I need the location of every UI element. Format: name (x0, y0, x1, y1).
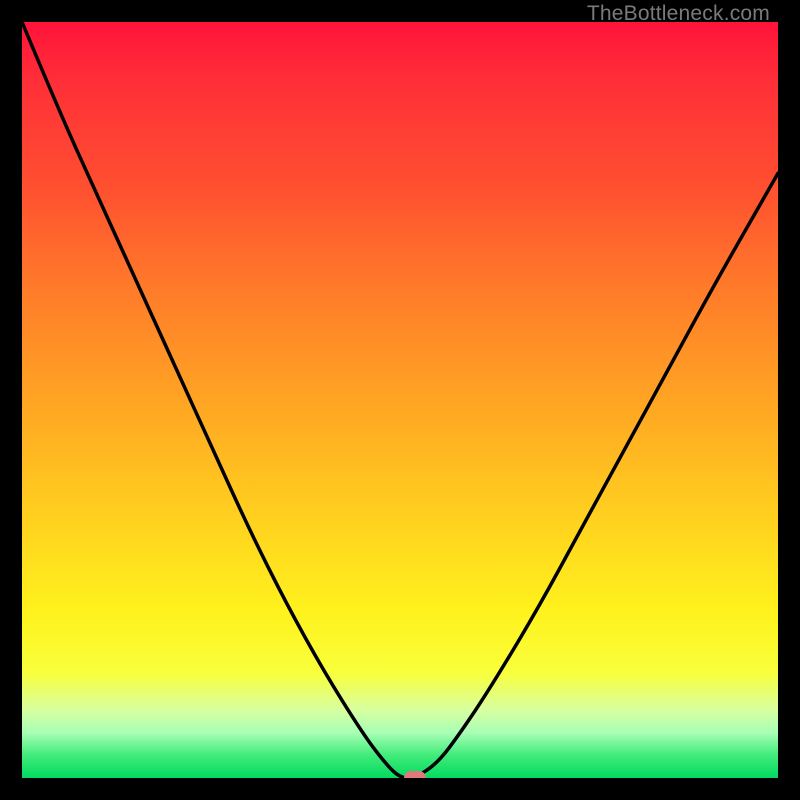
optimum-marker (404, 771, 426, 778)
bottleneck-curve (22, 22, 778, 778)
plot-area (22, 22, 778, 778)
watermark-text: TheBottleneck.com (587, 2, 770, 26)
curve-path (22, 22, 778, 778)
chart-frame: TheBottleneck.com (0, 0, 800, 800)
